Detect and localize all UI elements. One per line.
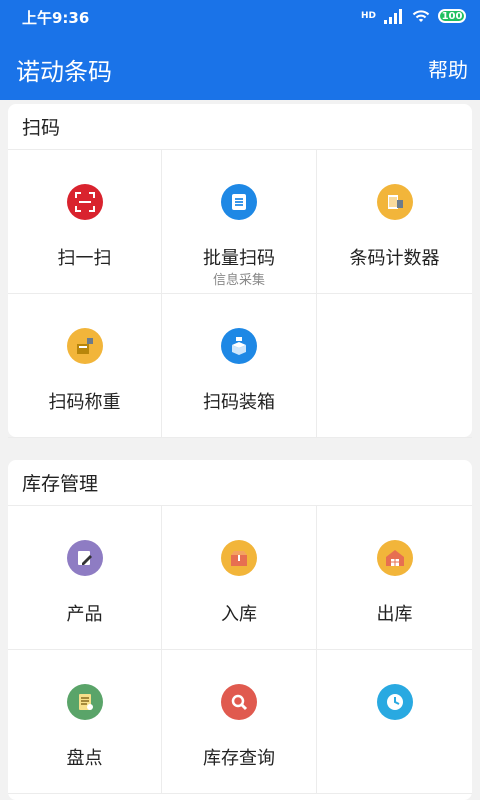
section-title: 库存管理 — [8, 460, 472, 506]
status-time: 上午9:36 — [22, 9, 90, 27]
inventory-grid: 产品 入库 出库 盘点 库存查询 — [8, 506, 472, 794]
search-icon — [221, 684, 257, 720]
tile-stocktake[interactable]: 盘点 — [8, 650, 162, 794]
tile-scan-weigh[interactable]: 扫码称重 — [8, 294, 162, 438]
battery-icon: 100 — [438, 9, 466, 23]
tile-barcode-counter[interactable]: 条码计数器 — [317, 150, 472, 294]
tile-sub-label: 信息采集 — [212, 273, 265, 288]
tile-label: 条码计数器 — [349, 248, 440, 269]
section-title: 扫码 — [8, 104, 472, 150]
tile-label: 出库 — [376, 604, 413, 625]
tile-label: 入库 — [221, 604, 257, 625]
scan-section-card: 扫码 扫一扫 批量扫码 信息采集 条码计数器 扫码称重 扫码装箱 — [8, 104, 472, 438]
warehouse-icon — [376, 540, 413, 576]
tile-label: 盘点 — [66, 748, 103, 769]
clock-icon — [376, 684, 413, 720]
wifi-icon — [412, 10, 430, 22]
app-bar: 诺动条码 帮助 — [0, 34, 480, 100]
tile-inbound[interactable]: 入库 — [162, 506, 317, 650]
tile-label: 批量扫码 — [203, 248, 275, 269]
tile-label: 库存查询 — [203, 748, 275, 769]
tile-label: 扫码装箱 — [203, 392, 275, 413]
tile-stock-query[interactable]: 库存查询 — [162, 650, 317, 794]
checklist-icon — [66, 684, 103, 720]
tile-label: 扫一扫 — [57, 248, 112, 269]
hd-label: HD — [360, 11, 376, 21]
box-scan-icon — [221, 328, 257, 364]
tile-label: 扫码称重 — [48, 392, 121, 413]
signal-icon — [384, 8, 404, 24]
tile-batch-scan[interactable]: 批量扫码 信息采集 — [162, 150, 317, 294]
status-bar: 上午9:36 HD 100 — [0, 0, 480, 34]
help-button[interactable]: 帮助 — [428, 54, 468, 83]
open-box-icon — [221, 540, 257, 576]
edit-doc-icon — [66, 540, 103, 576]
tile-empty — [317, 294, 472, 438]
status-icons: HD 100 — [361, 8, 466, 24]
tile-clock[interactable] — [317, 650, 472, 794]
tile-outbound[interactable]: 出库 — [317, 506, 472, 650]
tile-label: 产品 — [66, 604, 103, 625]
tile-product[interactable]: 产品 — [8, 506, 162, 650]
list-doc-icon — [221, 184, 257, 220]
tile-scan-pack[interactable]: 扫码装箱 — [162, 294, 317, 438]
barcode-counter-icon — [376, 184, 413, 220]
scan-icon — [66, 184, 103, 220]
inventory-section-card: 库存管理 产品 入库 出库 盘点 库存查询 — [8, 460, 472, 800]
app-title: 诺动条码 — [16, 58, 112, 86]
scale-box-icon — [66, 328, 103, 364]
scan-grid: 扫一扫 批量扫码 信息采集 条码计数器 扫码称重 扫码装箱 — [8, 150, 472, 438]
tile-scan[interactable]: 扫一扫 — [8, 150, 162, 294]
